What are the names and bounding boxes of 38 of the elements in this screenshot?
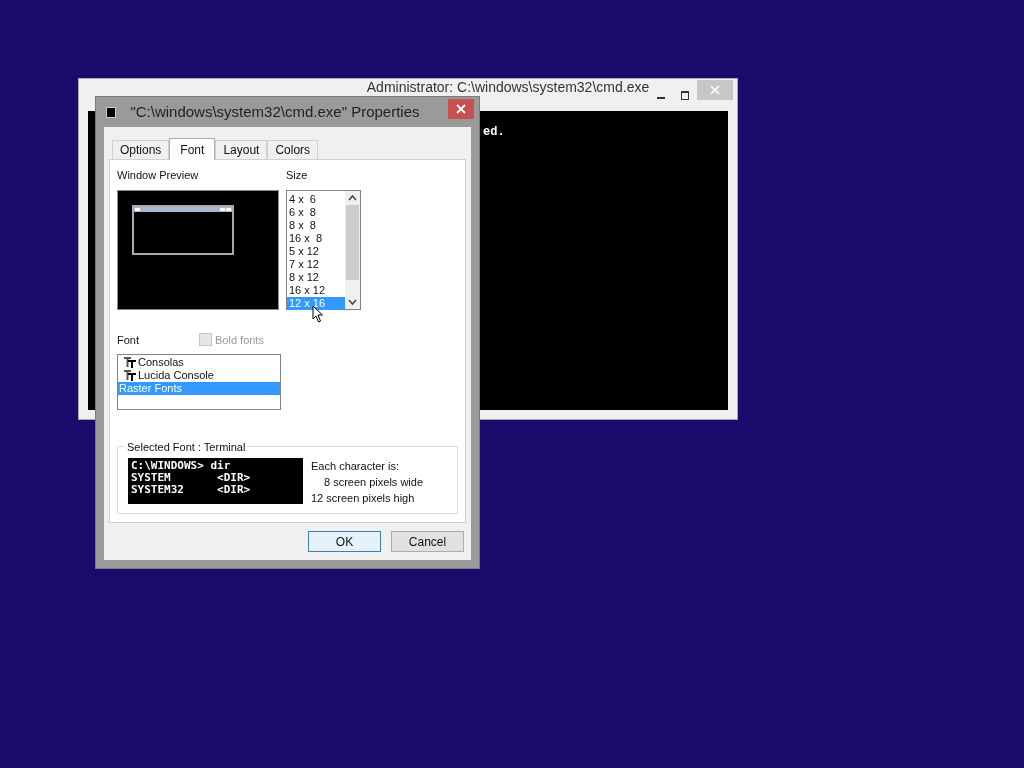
close-icon xyxy=(710,85,721,95)
close-icon xyxy=(455,104,466,114)
console-text: ed. xyxy=(483,124,506,141)
scroll-thumb[interactable] xyxy=(346,204,359,280)
size-option[interactable]: 8 x 8 xyxy=(287,218,345,232)
maximize-icon[interactable] xyxy=(681,90,690,100)
console-icon xyxy=(106,106,117,118)
size-option[interactable]: 16 x 8 xyxy=(287,231,345,245)
truetype-icon xyxy=(124,370,136,381)
section-label: Size xyxy=(286,168,309,183)
close-button[interactable] xyxy=(447,99,474,119)
sample-line: SYSTEM <DIR> xyxy=(131,472,252,484)
char-info-heading: Each character is: xyxy=(311,459,401,474)
sample-line: C:\WINDOWS> dir xyxy=(131,460,232,472)
dialog-button[interactable]: OK xyxy=(308,531,381,552)
tab[interactable]: Colors xyxy=(267,140,319,159)
size-option[interactable]: 7 x 12 xyxy=(287,257,345,271)
checkbox-label: Bold fonts xyxy=(215,332,264,348)
sample-line: SYSTEM32 <DIR> xyxy=(131,484,252,496)
dialog-button[interactable]: Cancel xyxy=(391,531,464,552)
char-width-text: 8 screen pixels wide xyxy=(323,475,424,490)
section-label: Font xyxy=(117,332,140,348)
truetype-icon xyxy=(124,357,136,368)
window-title: Administrator: C:\windows\system32\cmd.exe xyxy=(366,80,650,95)
tab[interactable]: Layout xyxy=(215,140,268,159)
size-option[interactable]: 6 x 8 xyxy=(287,205,345,219)
tab[interactable]: Font xyxy=(169,138,216,160)
tab[interactable]: Options xyxy=(112,140,170,159)
dialog-title: "C:\windows\system32\cmd.exe" Properties xyxy=(130,101,420,122)
size-option[interactable]: 8 x 12 xyxy=(287,270,345,284)
font-option[interactable]: Lucida Console xyxy=(118,369,280,382)
size-option[interactable]: 5 x 12 xyxy=(287,244,345,258)
size-option[interactable]: 4 x 6 xyxy=(287,192,345,206)
char-height-text: 12 screen pixels high xyxy=(311,491,416,506)
scrollbar[interactable] xyxy=(345,190,360,309)
section-label: Window Preview xyxy=(117,168,200,183)
font-option[interactable]: Consolas xyxy=(118,356,280,369)
size-option[interactable]: 16 x 12 xyxy=(287,283,345,297)
